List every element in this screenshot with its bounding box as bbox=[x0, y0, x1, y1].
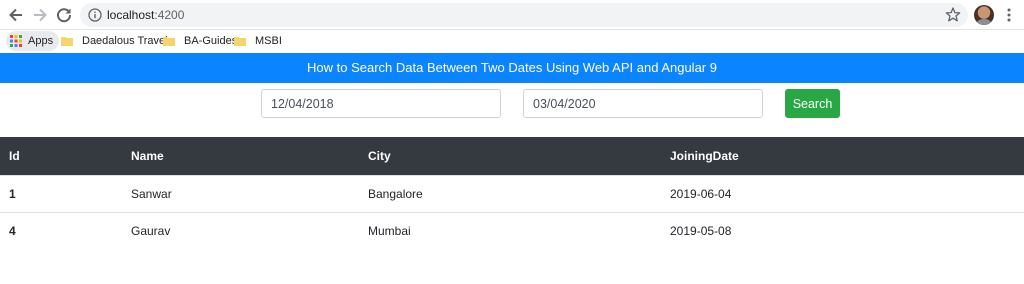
url-host: localhost bbox=[107, 8, 155, 22]
table-row: 1 Sanwar Bangalore 2019-06-04 bbox=[0, 174, 1024, 212]
column-header-joining-date: JoiningDate bbox=[661, 137, 1024, 175]
cell-joining-date: 2019-06-04 bbox=[661, 174, 1024, 212]
bookmark-msbi[interactable]: MSBI bbox=[234, 32, 282, 50]
folder-icon bbox=[163, 37, 175, 46]
address-bar[interactable]: localhost:4200 bbox=[80, 3, 968, 27]
bookmark-apps[interactable]: Apps bbox=[6, 31, 60, 51]
table-header-row: Id Name City JoiningDate bbox=[0, 137, 1024, 175]
cell-name: Gaurav bbox=[122, 211, 359, 249]
bookmark-label: BA-Guides bbox=[184, 35, 238, 47]
column-header-city: City bbox=[359, 137, 661, 175]
bookmarks-bar: Apps Daedalous Travels BA-Guides MSBI bbox=[0, 30, 1024, 52]
bookmark-label: Apps bbox=[28, 35, 54, 47]
cell-id: 4 bbox=[0, 211, 122, 249]
browser-toolbar: localhost:4200 bbox=[0, 0, 1024, 30]
cell-city: Mumbai bbox=[359, 211, 661, 249]
column-header-name: Name bbox=[122, 137, 359, 175]
bookmark-star-icon[interactable] bbox=[944, 6, 962, 24]
forward-arrow-icon[interactable] bbox=[30, 5, 50, 25]
bookmark-label: Daedalous Travels bbox=[82, 35, 174, 47]
bookmark-ba-guides[interactable]: BA-Guides bbox=[163, 32, 237, 50]
apps-grid-icon bbox=[10, 35, 22, 47]
cell-name: Sanwar bbox=[122, 174, 359, 212]
back-arrow-icon[interactable] bbox=[6, 5, 26, 25]
cell-joining-date: 2019-05-08 bbox=[661, 211, 1024, 249]
cell-city: Bangalore bbox=[359, 174, 661, 212]
info-icon[interactable] bbox=[88, 8, 102, 22]
url-port: :4200 bbox=[154, 8, 185, 22]
page-title: How to Search Data Between Two Dates Usi… bbox=[0, 53, 1024, 83]
folder-icon bbox=[61, 37, 73, 46]
profile-avatar[interactable] bbox=[974, 5, 994, 25]
table-row: 4 Gaurav Mumbai 2019-05-08 bbox=[0, 211, 1024, 249]
results-table: Id Name City JoiningDate 1 Sanwar Bangal… bbox=[0, 137, 1024, 249]
search-button[interactable]: Search bbox=[785, 89, 840, 118]
bookmark-daedalous-travels[interactable]: Daedalous Travels bbox=[61, 32, 173, 50]
menu-kebab-icon[interactable] bbox=[1004, 7, 1014, 23]
reload-icon[interactable] bbox=[54, 5, 74, 25]
cell-id: 1 bbox=[0, 174, 122, 212]
url-text: localhost:4200 bbox=[107, 8, 184, 22]
from-date-input[interactable] bbox=[261, 89, 501, 118]
column-header-id: Id bbox=[0, 137, 122, 175]
folder-icon bbox=[234, 37, 246, 46]
bookmark-label: MSBI bbox=[255, 35, 282, 47]
to-date-input[interactable] bbox=[523, 89, 763, 118]
